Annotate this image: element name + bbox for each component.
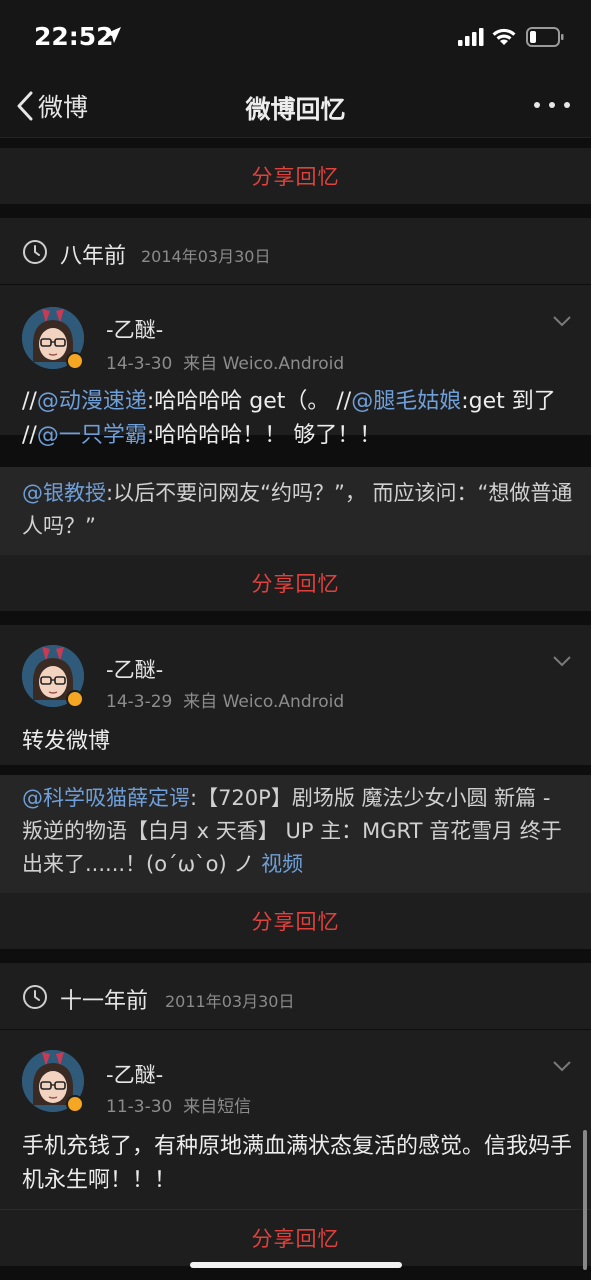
- year-section-header: 八年前 2014年03月30日: [0, 218, 591, 284]
- video-link[interactable]: 视频: [261, 852, 303, 876]
- dot-icon: [534, 102, 540, 108]
- share-memory-button[interactable]: 分享回忆: [0, 893, 591, 949]
- mention-link[interactable]: @一只学霸: [37, 423, 147, 448]
- post-date: 14-3-29: [106, 692, 173, 712]
- share-memory-button[interactable]: 分享回忆: [0, 1210, 591, 1266]
- status-bar: 22:52: [0, 0, 591, 74]
- page-title: 微博回忆: [245, 95, 346, 124]
- repost-box[interactable]: @科学吸猫薛定谔:【720P】剧场版 魔法少女小圆 新篇 - 叛逆的物语【白月 …: [0, 775, 591, 893]
- verified-badge-icon: [66, 352, 84, 370]
- status-time: 22:52: [34, 22, 114, 51]
- home-indicator[interactable]: [190, 1262, 402, 1268]
- location-arrow-icon: [105, 27, 121, 43]
- post-date: 14-3-30: [106, 354, 173, 374]
- post-source: 来自 Weico.Android: [183, 692, 345, 712]
- post-text: 手机充钱了，有种原地满血满状态复活的感觉。信我妈手机永生啊！！！: [22, 1134, 573, 1193]
- verified-badge-icon: [66, 1095, 84, 1113]
- text-part: //: [22, 389, 37, 414]
- wifi-icon: [492, 28, 516, 45]
- navigation-bar: 微博 微博回忆: [0, 74, 591, 138]
- dot-icon: [564, 102, 570, 108]
- mention-link[interactable]: @银教授: [22, 481, 106, 505]
- post-source: 来自短信: [183, 1097, 252, 1117]
- year-label: 八年前: [60, 244, 127, 269]
- clock-icon: [23, 240, 47, 264]
- username[interactable]: -乙醚-: [106, 654, 163, 684]
- repost-box[interactable]: @银教授:以后不要问网友“约吗？”， 而应该问：“想做普通人吗？”: [0, 467, 591, 555]
- verified-badge-icon: [66, 690, 84, 708]
- text-part: :哈哈哈哈！！ 够了！！: [146, 423, 382, 448]
- post-meta: 14-3-29 来自 Weico.Android: [106, 687, 344, 712]
- year-section-header: 十一年前 2011年03月30日: [0, 963, 591, 1029]
- share-memory-button[interactable]: 分享回忆: [0, 148, 591, 204]
- post-card[interactable]: -乙醚- 14-3-29 来自 Weico.Android 转发微博: [0, 625, 591, 765]
- chevron-down-icon[interactable]: [552, 315, 572, 327]
- clock-icon: [23, 985, 47, 1009]
- repost-text: @银教授:以后不要问网友“约吗？”， 而应该问：“想做普通人吗？”: [22, 477, 574, 543]
- post-meta: 11-3-30 来自短信: [106, 1092, 251, 1117]
- battery-icon: [526, 27, 564, 47]
- text-part: :哈哈哈哈 get（。 //: [146, 389, 352, 414]
- year-date: 2011年03月30日: [165, 992, 295, 1011]
- more-options-button[interactable]: [534, 102, 570, 108]
- year-date: 2014年03月30日: [141, 247, 271, 266]
- post-meta: 14-3-30 来自 Weico.Android: [106, 349, 344, 374]
- post-text: 转发微博: [22, 729, 111, 754]
- post-source: 来自 Weico.Android: [183, 354, 345, 374]
- mention-link[interactable]: @科学吸猫薛定谔: [22, 786, 190, 810]
- username[interactable]: -乙醚-: [106, 1059, 163, 1089]
- chevron-down-icon[interactable]: [552, 1060, 572, 1072]
- dot-icon: [549, 102, 555, 108]
- post-date: 11-3-30: [106, 1097, 173, 1117]
- mention-link[interactable]: @腿毛姑娘: [351, 389, 461, 414]
- post-text: //@动漫速递:哈哈哈哈 get（。 //@腿毛姑娘:get 到了 //@一只学…: [22, 385, 574, 453]
- username[interactable]: -乙醚-: [106, 314, 163, 344]
- scrollbar[interactable]: [583, 1130, 587, 1270]
- chevron-down-icon[interactable]: [552, 655, 572, 667]
- cellular-signal-icon: [458, 28, 484, 46]
- post-card[interactable]: -乙醚- 14-3-30 来自 Weico.Android //@动漫速递:哈哈…: [0, 285, 591, 448]
- mention-link[interactable]: @动漫速递: [37, 389, 147, 414]
- repost-text: @科学吸猫薛定谔:【720P】剧场版 魔法少女小圆 新篇 - 叛逆的物语【白月 …: [22, 782, 574, 881]
- post-card[interactable]: -乙醚- 11-3-30 来自短信 手机充钱了，有种原地满血满状态复活的感觉。信…: [0, 1030, 591, 1210]
- year-label: 十一年前: [60, 989, 149, 1014]
- share-memory-button[interactable]: 分享回忆: [0, 555, 591, 611]
